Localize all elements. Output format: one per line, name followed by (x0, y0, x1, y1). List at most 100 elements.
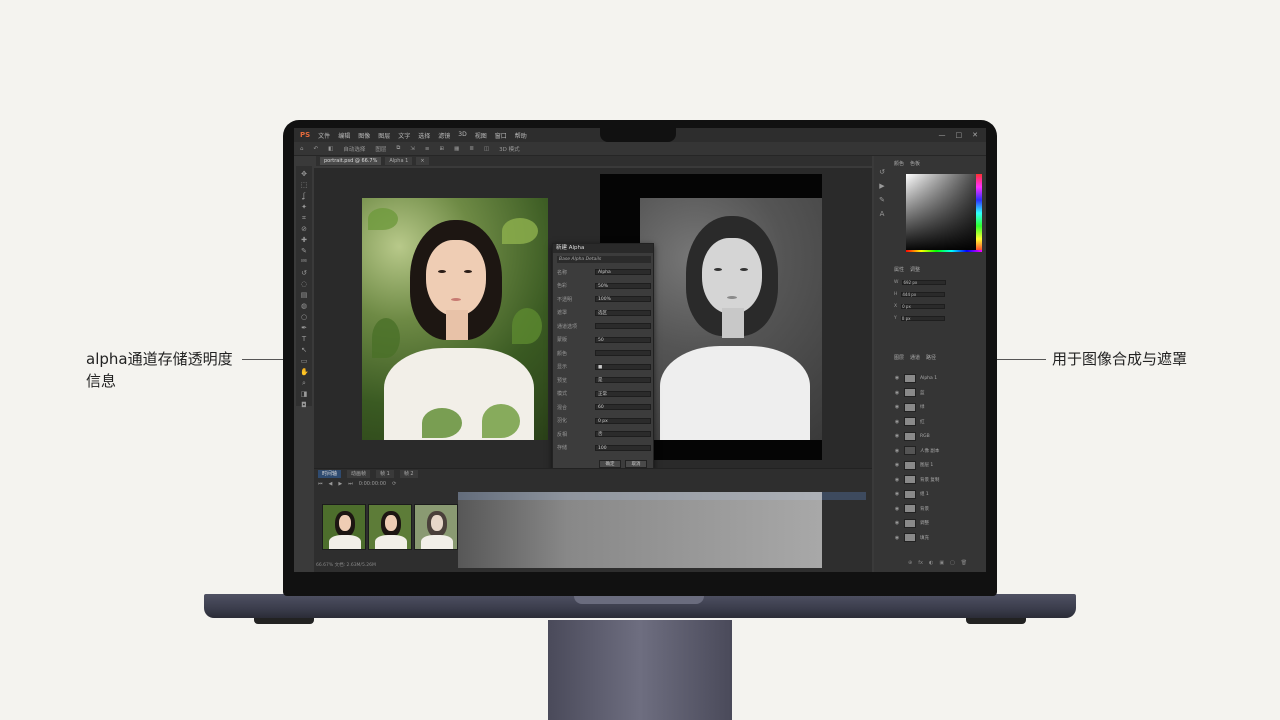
adjustment-icon[interactable]: ◐ (929, 560, 933, 566)
layer-row[interactable]: ◉ 调整 (894, 517, 982, 529)
layer-row[interactable]: ◉ 蓝 (894, 387, 982, 399)
dialog-cancel-button[interactable]: 取消 (625, 460, 647, 468)
timeline-tab[interactable]: 帧 2 (399, 469, 418, 478)
heal-icon[interactable]: ✚ (300, 236, 308, 244)
canvas-area[interactable]: 新建 Alpha Base Alpha Details 确定 取消 名称 Alph… (314, 168, 872, 471)
color-panel-tab[interactable]: 色板 (910, 160, 920, 167)
property-value[interactable]: 0 px (901, 303, 946, 309)
marquee-icon[interactable]: ⬚ (300, 181, 308, 189)
visibility-eye-icon[interactable]: ◉ (894, 433, 900, 439)
dialog-field-input[interactable] (595, 323, 651, 329)
option-control[interactable]: ↶ (314, 146, 319, 152)
brush-icon[interactable]: ✎ (300, 247, 308, 255)
dialog-field-input[interactable]: ■ (595, 363, 651, 370)
menu-item[interactable]: 帮助 (515, 131, 527, 140)
option-control[interactable]: 图层 (375, 145, 386, 153)
maximize-button[interactable]: □ (956, 131, 963, 139)
crop-icon[interactable]: ⌗ (300, 214, 308, 222)
dialog-ok-button[interactable]: 确定 (599, 460, 621, 468)
option-control[interactable]: ⌂ (300, 146, 304, 152)
layers-tab[interactable]: 图层 (894, 354, 904, 361)
fx-icon[interactable]: fx (918, 560, 923, 566)
color-panel-tab[interactable]: 颜色 (894, 160, 904, 167)
gradient-icon[interactable]: ▤ (300, 291, 308, 299)
option-control[interactable]: ◫ (484, 146, 489, 152)
hand-icon[interactable]: ✋ (300, 368, 309, 376)
visibility-eye-icon[interactable]: ◉ (894, 535, 900, 541)
dialog-field-input[interactable]: 否 (595, 431, 651, 437)
dialog-field-input[interactable] (595, 350, 651, 356)
option-control[interactable]: 自动选择 (343, 145, 365, 153)
visibility-eye-icon[interactable]: ◉ (894, 404, 900, 410)
layer-row[interactable]: ◉ 背景 (894, 503, 982, 515)
visibility-eye-icon[interactable]: ◉ (894, 491, 900, 497)
blur-icon[interactable]: ◍ (300, 302, 308, 310)
layers-tab[interactable]: 通道 (910, 354, 920, 361)
menu-item[interactable]: 文件 (318, 131, 330, 140)
type-icon[interactable]: T (300, 335, 308, 343)
document-tab[interactable]: portrait.psd @ 66.7% (320, 157, 382, 165)
menu-item[interactable]: 图层 (378, 131, 390, 140)
eyedropper-icon[interactable]: ⊘ (300, 225, 308, 233)
dialog-field-input[interactable]: 50 (595, 336, 651, 343)
frame-thumbnail[interactable] (322, 504, 366, 550)
dialog-field-input[interactable]: 正常 (595, 390, 651, 397)
menu-item[interactable]: 3D (458, 131, 466, 140)
dodge-icon[interactable]: ○ (300, 313, 308, 321)
zoom-icon[interactable]: ⌕ (300, 379, 308, 387)
properties-tab[interactable]: 属性 (894, 266, 904, 273)
eraser-icon[interactable]: ◌ (300, 280, 308, 288)
timeline-tab[interactable]: 帧 1 (376, 469, 394, 478)
property-value[interactable]: 444 px (901, 291, 946, 297)
option-control[interactable]: ⊞ (440, 146, 445, 152)
layer-row[interactable]: ◉ 人像 副本 (894, 445, 982, 457)
frame-thumbnail[interactable] (414, 504, 458, 550)
color-picker-field[interactable] (906, 174, 976, 252)
layer-row[interactable]: ◉ Alpha 1 (894, 372, 982, 384)
app-logo[interactable]: PS (300, 131, 310, 139)
option-control[interactable]: ≣ (469, 146, 474, 152)
menu-item[interactable]: 滤镜 (438, 131, 450, 140)
dialog-field-input[interactable]: 100% (595, 296, 651, 302)
lasso-icon[interactable]: ʆ (300, 192, 308, 200)
layer-row[interactable]: ◉ 填充 (894, 532, 982, 544)
timeline-tab[interactable]: 时间轴 (318, 469, 342, 478)
visibility-eye-icon[interactable]: ◉ (894, 448, 900, 454)
dialog-field-input[interactable]: 100 (595, 444, 651, 451)
visibility-eye-icon[interactable]: ◉ (894, 419, 900, 425)
layer-row[interactable]: ◉ 绿 (894, 401, 982, 413)
property-value[interactable]: 692 px (902, 279, 947, 285)
layer-row[interactable]: ◉ 红 (894, 416, 982, 428)
option-control[interactable]: ▦ (454, 146, 459, 152)
document-tab[interactable]: Alpha 1 (385, 157, 413, 165)
pen-icon[interactable]: ✒ (300, 324, 308, 332)
history-panel-icon[interactable]: ↺ (878, 168, 886, 176)
layer-row[interactable]: ◉ 背景 复制 (894, 474, 982, 486)
new-layer-icon[interactable]: ⊕ (908, 560, 912, 566)
play-icon[interactable]: ▶ (338, 481, 342, 487)
character-panel-icon[interactable]: A (878, 210, 886, 218)
menu-item[interactable]: 图像 (358, 131, 370, 140)
last-frame-icon[interactable]: ⏭ (348, 481, 353, 487)
option-control[interactable]: ≡ (425, 146, 430, 152)
visibility-eye-icon[interactable]: ◉ (894, 477, 900, 483)
option-control[interactable]: ⧉ (396, 145, 400, 152)
dialog-field-input[interactable]: 50% (595, 282, 651, 289)
move-icon[interactable]: ✥ (300, 170, 308, 178)
minimize-button[interactable]: — (939, 131, 946, 139)
dialog-field-input[interactable]: 0 px (595, 417, 651, 424)
close-button[interactable]: ✕ (972, 131, 978, 139)
visibility-eye-icon[interactable]: ◉ (894, 375, 900, 381)
option-control[interactable]: 3D 模式 (499, 145, 519, 153)
shape-icon[interactable]: ▭ (300, 357, 308, 365)
layer-row[interactable]: ◉ 组 1 (894, 488, 982, 500)
brush-panel-icon[interactable]: ✎ (878, 196, 886, 204)
visibility-eye-icon[interactable]: ◉ (894, 506, 900, 512)
menu-item[interactable]: 编辑 (338, 131, 350, 140)
visibility-eye-icon[interactable]: ◉ (894, 462, 900, 468)
first-frame-icon[interactable]: ⏮ (318, 481, 323, 487)
spectrum-bar[interactable] (906, 250, 982, 252)
mask-icon[interactable]: ◘ (300, 401, 308, 409)
menu-item[interactable]: 文字 (398, 131, 410, 140)
property-value[interactable]: 0 px (900, 315, 945, 321)
